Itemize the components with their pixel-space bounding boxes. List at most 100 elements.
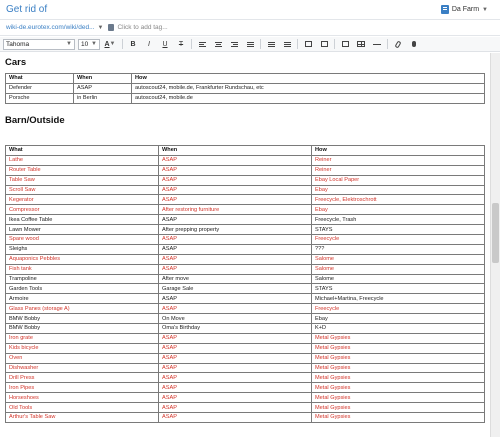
vertical-scrollbar[interactable] [490,53,500,437]
table-cell[interactable]: Iron Pipes [5,382,159,394]
table-row[interactable]: Glass Panes (storage A) ASAP Freecycle [5,303,485,315]
table-cell[interactable]: BMW Bobby [5,323,159,334]
table-cell[interactable]: ??? [311,243,485,255]
table-cell[interactable]: Old Tools [5,402,159,414]
table-cell[interactable]: Freecycle [311,303,485,315]
table-cell[interactable]: Ebay [311,184,485,196]
table-cell[interactable]: K+D [311,323,485,334]
table-cell[interactable]: Freecycle [311,234,485,245]
table-row[interactable]: Compressor After restoring furniture Ebay [5,204,485,216]
cars-table[interactable]: What When How Defender ASAP autoscout24,… [5,73,485,104]
table-cell[interactable]: Freecycle, Trash [311,214,485,226]
table-cell[interactable]: Metal Gypsies [311,342,485,354]
table-cell[interactable]: Porsche [5,92,74,104]
source-url-link[interactable]: wiki-de.eurotex.com/wiki/ded... [6,24,95,31]
table-cell[interactable]: On Move [158,313,312,325]
table-cell[interactable]: Scroll Saw [5,184,159,196]
record-audio-button[interactable] [406,38,422,51]
table-cell[interactable]: Ebay Local Paper [311,174,485,186]
table-row[interactable]: Defender ASAP autoscout24, mobile.de, Fr… [5,82,485,94]
table-cell[interactable]: Kids bicycle [5,342,159,354]
table-cell[interactable]: Arthur's Table Saw [5,412,159,423]
tag-input[interactable]: Click to add tag... [117,24,167,31]
table-cell[interactable]: Metal Gypsies [311,372,485,384]
table-cell[interactable]: Lathe [5,154,159,166]
table-cell[interactable]: ASAP [158,263,312,275]
table-cell[interactable]: ASAP [158,194,312,206]
font-size-select[interactable]: 10 ▼ [78,38,100,50]
table-cell[interactable]: Drill Press [5,372,159,384]
table-cell[interactable]: in Berlin [73,92,132,104]
table-row[interactable]: BMW Bobby On Move Ebay [5,313,485,325]
table-row[interactable]: Drill Press ASAP Metal Gypsies [5,372,485,384]
table-row[interactable]: Table Saw ASAP Ebay Local Paper [5,174,485,186]
table-row[interactable]: Dishwasher ASAP Metal Gypsies [5,362,485,374]
table-cell[interactable]: Iron grate [5,332,159,344]
table-cell[interactable]: Horseshoes [5,392,159,404]
table-cell[interactable]: Freecycle, Elektroschrott [311,194,485,206]
strikethrough-button[interactable]: T [173,38,189,51]
table-cell[interactable]: Ebay [311,313,485,325]
table-cell[interactable]: Metal Gypsies [311,392,485,404]
table-cell[interactable]: autoscout24, mobile.de [131,92,485,104]
table-cell[interactable]: Fish tank [5,263,159,275]
table-row[interactable]: Aquaponics Pebbles ASAP Salome [5,253,485,265]
horizontal-rule-button[interactable] [369,38,385,51]
table-cell[interactable]: Spare wood [5,234,159,245]
notebook-selector[interactable]: Da Farm ▼ [437,3,492,16]
table-cell[interactable]: After move [158,273,312,285]
table-cell[interactable]: Trampoline [5,273,159,285]
table-row[interactable]: Kids bicycle ASAP Metal Gypsies [5,342,485,354]
attach-button[interactable] [390,38,406,51]
barn-outside-table[interactable]: What When How Lathe ASAP Reiner Router Tabl… [5,145,485,423]
outdent-button[interactable] [300,38,316,51]
table-cell[interactable]: Ikea Coffee Table [5,214,159,226]
table-cell[interactable]: Salome [311,263,485,275]
table-cell[interactable]: Metal Gypsies [311,352,485,364]
table-row[interactable]: Garden Tools Garage Sale STAYS [5,283,485,295]
table-row[interactable]: Sleighs ASAP??? [5,243,485,255]
align-center-button[interactable] [210,38,226,51]
table-cell[interactable]: ASAP [158,243,312,255]
table-cell[interactable]: After restoring furniture [158,204,312,216]
table-cell[interactable]: Aquaponics Pebbles [5,253,159,265]
table-row[interactable]: Old Tools ASAP Metal Gypsies [5,402,485,414]
justify-button[interactable] [242,38,258,51]
table-cell[interactable]: ASAP [158,174,312,186]
table-cell[interactable]: ASAP [158,342,312,354]
table-cell[interactable]: Metal Gypsies [311,382,485,394]
table-cell[interactable]: ASAP [158,214,312,226]
table-cell[interactable]: ASAP [158,293,312,305]
scrollbar-thumb[interactable] [492,203,499,263]
table-cell[interactable]: Kegerator [5,194,159,206]
table-cell[interactable]: Oven [5,352,159,364]
align-left-button[interactable] [194,38,210,51]
table-cell[interactable]: autoscout24, mobile.de, Frankfurter Rund… [131,82,485,94]
table-row[interactable]: BMW Bobby Oma's Birthday K+D [5,323,485,334]
table-cell[interactable]: Glass Panes (storage A) [5,303,159,315]
table-cell[interactable]: Armoire [5,293,159,305]
table-cell[interactable]: ASAP [158,392,312,404]
table-cell[interactable]: ASAP [158,303,312,315]
align-right-button[interactable] [226,38,242,51]
table-cell[interactable]: Reiner [311,154,485,166]
table-cell[interactable]: Garden Tools [5,283,159,295]
table-row[interactable]: Iron Pipes ASAP Metal Gypsies [5,382,485,394]
checkbox-button[interactable] [337,38,353,51]
table-cell[interactable]: Compressor [5,204,159,216]
table-cell[interactable]: Michael+Martina, Freecycle [311,293,485,305]
table-cell[interactable]: Metal Gypsies [311,402,485,414]
table-cell[interactable]: Metal Gypsies [311,332,485,344]
note-title[interactable]: Get rid of [6,4,47,15]
table-row[interactable]: Oven ASAP Metal Gypsies [5,352,485,364]
table-cell[interactable]: ASAP [158,164,312,176]
table-row[interactable]: Spare wood ASAP Freecycle [5,234,485,245]
table-cell[interactable]: ASAP [158,154,312,166]
table-cell[interactable]: After prepping property [158,224,312,236]
table-cell[interactable]: Defender [5,82,74,94]
table-row[interactable]: Kegerator ASAP Freecycle, Elektroschrott [5,194,485,206]
table-cell[interactable]: Salome [311,253,485,265]
table-button[interactable] [353,38,369,51]
table-cell[interactable]: ASAP [158,352,312,364]
table-row[interactable]: Armoire ASAP Michael+Martina, Freecycle [5,293,485,305]
